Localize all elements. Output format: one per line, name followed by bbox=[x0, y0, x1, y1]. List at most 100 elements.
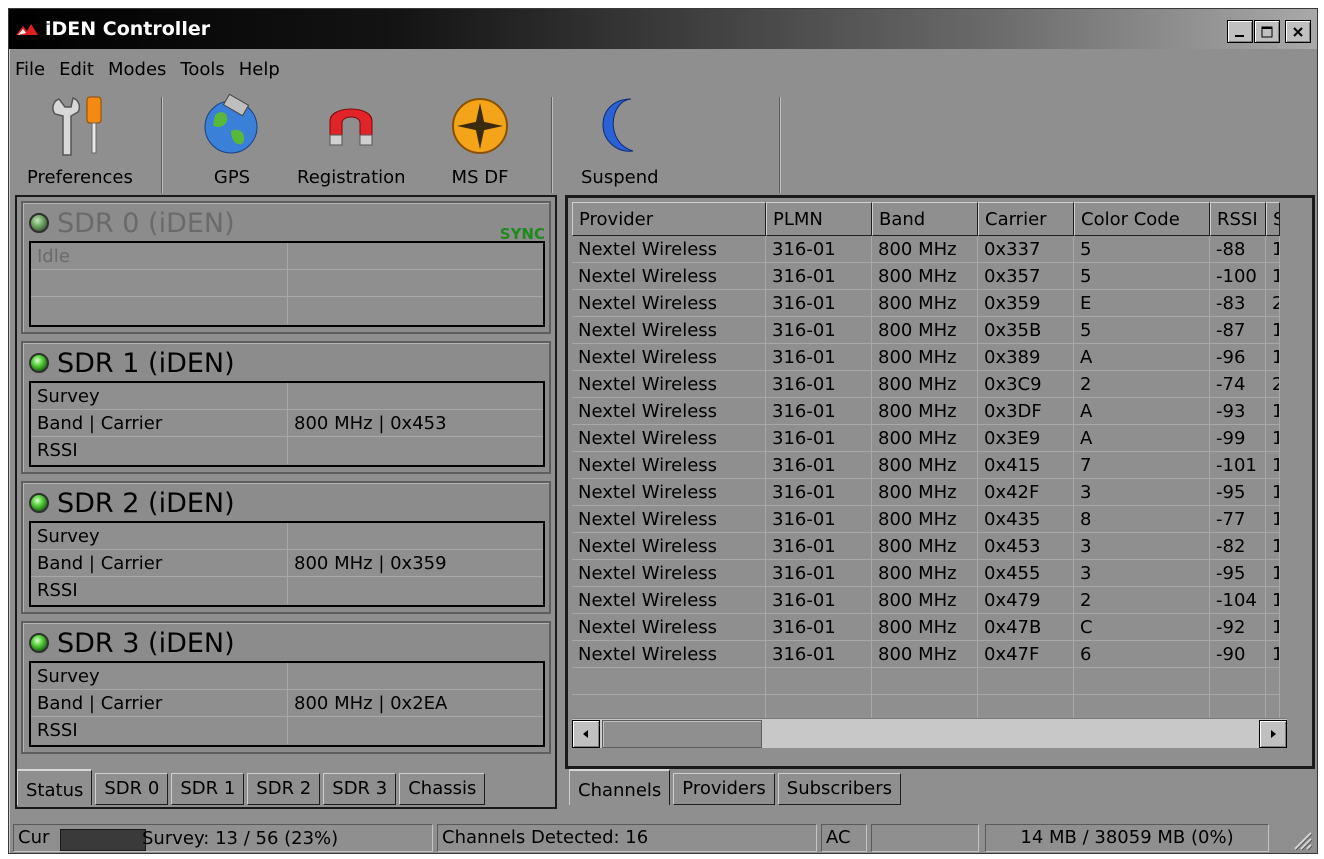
cell-rssi: -92 bbox=[1210, 614, 1266, 641]
cell-truncated: 1 bbox=[1266, 506, 1280, 533]
scroll-left-button[interactable] bbox=[572, 720, 600, 748]
sdr-info-table: Idle bbox=[29, 241, 545, 327]
cell-plmn: 316-01 bbox=[766, 533, 872, 560]
column-header-plmn[interactable]: PLMN bbox=[766, 202, 872, 236]
toolbar-separator bbox=[161, 97, 163, 193]
cell-truncated bbox=[1266, 668, 1280, 695]
menu-tools[interactable]: Tools bbox=[180, 59, 224, 80]
table-row[interactable]: Nextel Wireless316-01800 MHz0x42F3-951 bbox=[572, 479, 1280, 506]
compass-icon bbox=[445, 91, 515, 161]
cell-truncated: 1 bbox=[1266, 614, 1280, 641]
horizontal-scrollbar[interactable] bbox=[572, 718, 1287, 748]
cell-color-code: 5 bbox=[1074, 236, 1210, 263]
ac-label: AC bbox=[826, 827, 851, 848]
tab-channels[interactable]: Channels bbox=[569, 769, 671, 805]
table-row[interactable]: Nextel Wireless316-01800 MHz0x3DFA-931 bbox=[572, 398, 1280, 425]
channels-grid[interactable]: Provider PLMN Band Carrier Color Code RS… bbox=[572, 202, 1280, 732]
suspend-button[interactable]: Suspend bbox=[581, 91, 659, 195]
table-row[interactable]: Nextel Wireless316-01800 MHz0x359E-832 bbox=[572, 290, 1280, 317]
cell-color-code: 2 bbox=[1074, 587, 1210, 614]
table-row[interactable]: Nextel Wireless316-01800 MHz0x3575-1001 bbox=[572, 263, 1280, 290]
table-row[interactable]: Nextel Wireless316-01800 MHz0x47BC-921 bbox=[572, 614, 1280, 641]
cell-color-code: C bbox=[1074, 614, 1210, 641]
tab-sdr-0[interactable]: SDR 0 bbox=[95, 773, 169, 805]
cell-carrier: 0x47B bbox=[978, 614, 1074, 641]
rssi-value bbox=[287, 717, 543, 744]
preferences-button[interactable]: Preferences bbox=[27, 91, 133, 195]
cell-truncated: 2 bbox=[1266, 290, 1280, 317]
cell-color-code: 3 bbox=[1074, 533, 1210, 560]
column-header-carrier[interactable]: Carrier bbox=[978, 202, 1074, 236]
cell-plmn bbox=[766, 668, 872, 695]
cell-rssi: -82 bbox=[1210, 533, 1266, 560]
menu-file[interactable]: File bbox=[15, 59, 45, 80]
cell-band: 800 MHz bbox=[872, 506, 978, 533]
right-tab-bar: Channels Providers Subscribers bbox=[569, 769, 904, 805]
table-row[interactable]: Nextel Wireless316-01800 MHz0x4533-821 bbox=[572, 533, 1280, 560]
tab-subscribers[interactable]: Subscribers bbox=[777, 773, 901, 805]
scrollbar-thumb[interactable] bbox=[602, 720, 762, 748]
menu-edit[interactable]: Edit bbox=[59, 59, 94, 80]
resize-grip-icon[interactable] bbox=[1291, 829, 1313, 851]
sdr-title: SDR 3 (iDEN) bbox=[57, 627, 235, 659]
sdr-mode-label: Survey bbox=[37, 386, 100, 407]
maximize-button[interactable] bbox=[1254, 20, 1280, 43]
msdf-button[interactable]: MS DF bbox=[445, 91, 515, 195]
table-row[interactable]: Nextel Wireless316-01800 MHz0x4553-951 bbox=[572, 560, 1280, 587]
ac-panel: AC bbox=[821, 824, 867, 852]
app-logo-icon bbox=[15, 20, 39, 38]
cell-provider: Nextel Wireless bbox=[572, 398, 766, 425]
band-carrier-value: 800 MHz | 0x2EA bbox=[287, 690, 543, 716]
table-row[interactable]: Nextel Wireless316-01800 MHz0x3C92-742 bbox=[572, 371, 1280, 398]
cell-plmn: 316-01 bbox=[766, 236, 872, 263]
cell-carrier: 0x47F bbox=[978, 641, 1074, 668]
table-row[interactable]: Nextel Wireless316-01800 MHz0x3E9A-991 bbox=[572, 425, 1280, 452]
close-button[interactable] bbox=[1285, 20, 1311, 43]
preferences-label: Preferences bbox=[27, 167, 133, 188]
minimize-button[interactable] bbox=[1227, 20, 1253, 43]
tab-chassis[interactable]: Chassis bbox=[399, 773, 486, 805]
sdr-mode-label: Survey bbox=[37, 526, 100, 547]
sdr-mode-value bbox=[287, 383, 543, 409]
cell-truncated: 1 bbox=[1266, 560, 1280, 587]
table-row[interactable]: Nextel Wireless316-01800 MHz0x389A-961 bbox=[572, 344, 1280, 371]
tab-sdr-2[interactable]: SDR 2 bbox=[247, 773, 321, 805]
tab-sdr-3[interactable]: SDR 3 bbox=[323, 773, 397, 805]
cell-color-code: 6 bbox=[1074, 641, 1210, 668]
column-header-provider[interactable]: Provider bbox=[572, 202, 766, 236]
menu-help[interactable]: Help bbox=[239, 59, 280, 80]
tab-sdr-1[interactable]: SDR 1 bbox=[171, 773, 245, 805]
column-header-truncated[interactable]: S bbox=[1266, 202, 1280, 236]
column-header-rssi[interactable]: RSSI bbox=[1210, 202, 1266, 236]
cell-band bbox=[872, 668, 978, 695]
column-header-color-code[interactable]: Color Code bbox=[1074, 202, 1210, 236]
suspend-label: Suspend bbox=[581, 167, 659, 188]
table-row[interactable] bbox=[572, 668, 1280, 695]
cell-band: 800 MHz bbox=[872, 290, 978, 317]
table-row[interactable]: Nextel Wireless316-01800 MHz0x35B5-871 bbox=[572, 317, 1280, 344]
table-row[interactable]: Nextel Wireless316-01800 MHz0x4358-771 bbox=[572, 506, 1280, 533]
scroll-right-button[interactable] bbox=[1259, 720, 1287, 748]
menu-modes[interactable]: Modes bbox=[108, 59, 166, 80]
tab-providers[interactable]: Providers bbox=[673, 773, 775, 805]
table-row[interactable]: Nextel Wireless316-01800 MHz0x47F6-901 bbox=[572, 641, 1280, 668]
cell-rssi: -90 bbox=[1210, 641, 1266, 668]
table-row[interactable]: Nextel Wireless316-01800 MHz0x4157-1011 bbox=[572, 452, 1280, 479]
cell-plmn: 316-01 bbox=[766, 614, 872, 641]
title-bar[interactable]: iDEN Controller bbox=[9, 9, 1317, 49]
tab-status[interactable]: Status bbox=[17, 769, 93, 805]
column-header-band[interactable]: Band bbox=[872, 202, 978, 236]
cell-provider: Nextel Wireless bbox=[572, 614, 766, 641]
gps-button[interactable]: GPS bbox=[197, 91, 267, 195]
cell-band: 800 MHz bbox=[872, 452, 978, 479]
globe-satellite-icon bbox=[197, 91, 267, 161]
registration-button[interactable]: Registration bbox=[297, 91, 406, 195]
arrow-left-icon bbox=[583, 730, 588, 738]
cell-truncated: 1 bbox=[1266, 587, 1280, 614]
cell-truncated: 1 bbox=[1266, 533, 1280, 560]
survey-status-panel: Cur Survey: 13 / 56 (23%) bbox=[13, 824, 433, 852]
cell-carrier: 0x415 bbox=[978, 452, 1074, 479]
band-carrier-label: Band | Carrier bbox=[37, 693, 163, 714]
table-row[interactable]: Nextel Wireless316-01800 MHz0x4792-1041 bbox=[572, 587, 1280, 614]
table-row[interactable]: Nextel Wireless316-01800 MHz0x3375-881 bbox=[572, 236, 1280, 263]
